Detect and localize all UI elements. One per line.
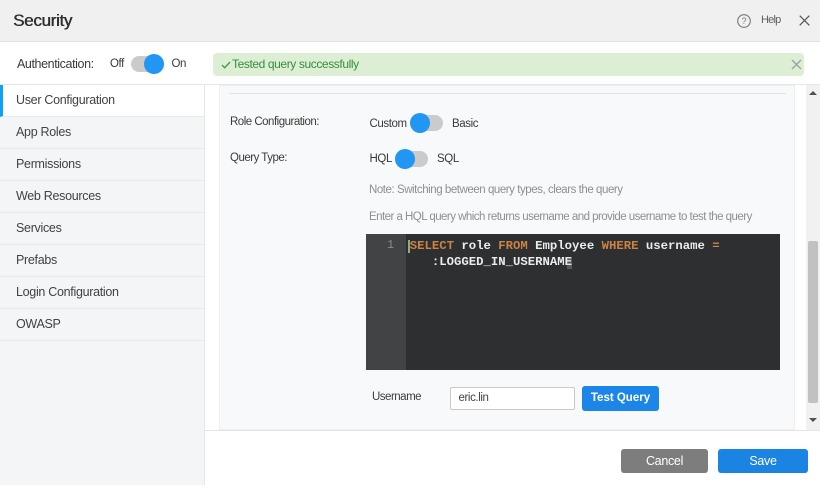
svg-text:?: ?: [741, 16, 746, 26]
